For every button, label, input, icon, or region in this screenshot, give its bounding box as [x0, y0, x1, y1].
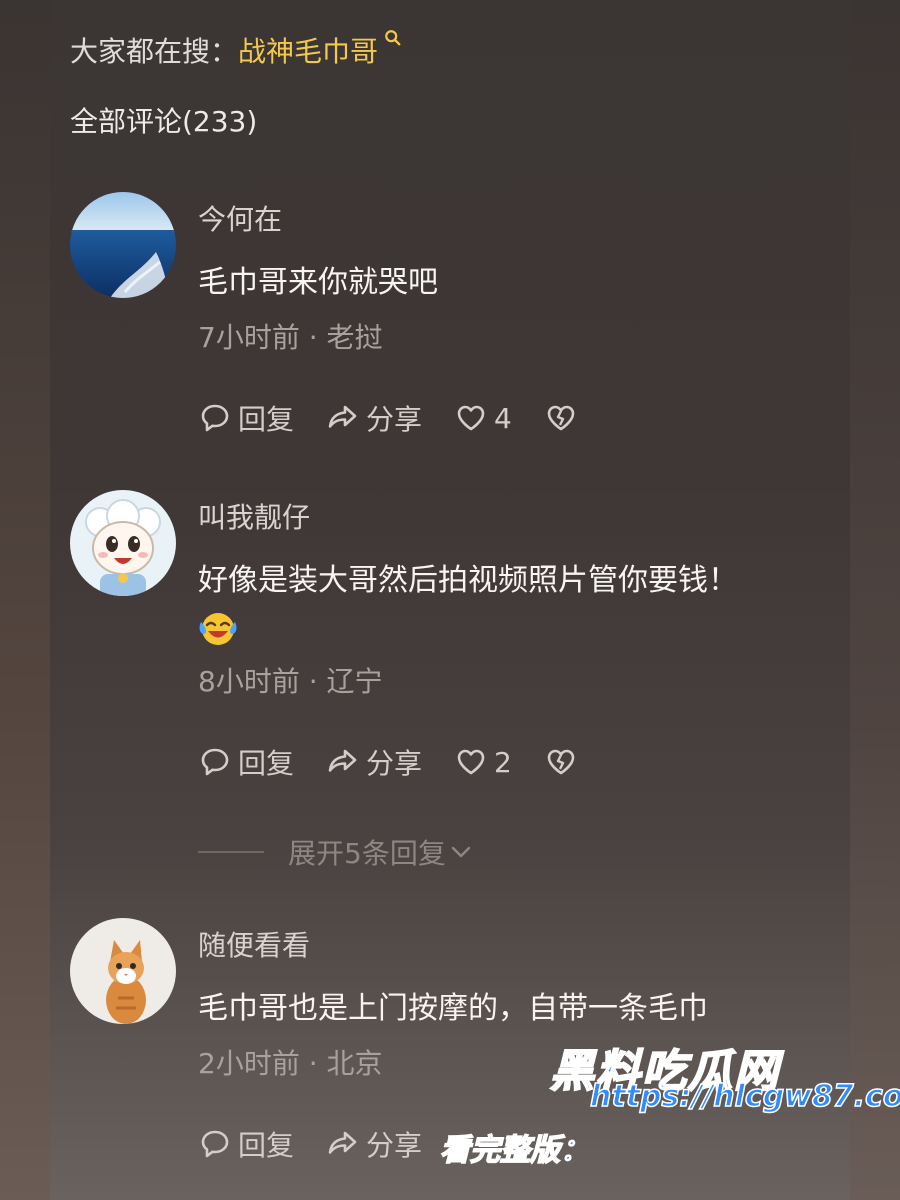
comment-actions: 回复 分享 4: [198, 398, 840, 438]
reply-bubble-icon: [201, 1130, 229, 1158]
reply-label: 回复: [238, 747, 295, 780]
reply-bubble-icon: [201, 404, 229, 432]
right-background-edge: [850, 0, 900, 1200]
comment-username[interactable]: 今何在: [198, 200, 840, 240]
comment-meta: 7小时前 · 老挝: [198, 321, 383, 354]
reply-button[interactable]: 回复: [198, 1124, 294, 1164]
watermark-label: 看完整版：: [439, 1132, 591, 1169]
reply-button[interactable]: 回复: [198, 398, 294, 438]
share-arrow-icon: [328, 1131, 357, 1154]
like-button[interactable]: 4: [454, 401, 512, 435]
share-label: 分享: [366, 403, 423, 436]
comment-text: 毛巾哥来你就哭吧: [198, 265, 438, 300]
like-count: 2: [494, 745, 512, 779]
share-button[interactable]: 分享: [326, 1124, 422, 1164]
dislike-button[interactable]: [544, 745, 584, 779]
comments-panel: 大家都在搜： 战神毛巾哥 全部评论(233) 今何在 毛巾哥来你就哭吧 7小时前…: [50, 0, 850, 1200]
comments-count-title: 全部评论(233): [70, 105, 258, 138]
comment-username[interactable]: 叫我靓仔: [198, 498, 840, 538]
ocean-avatar-image: [70, 192, 176, 298]
dislike-button[interactable]: [544, 401, 584, 435]
share-button[interactable]: 分享: [326, 398, 422, 438]
share-label: 分享: [366, 1129, 423, 1162]
reply-button[interactable]: 回复: [198, 742, 294, 782]
comment-actions: 回复 分享 2: [198, 742, 840, 782]
share-button[interactable]: 分享: [326, 742, 422, 782]
expand-replies-label: 展开5条回复: [288, 837, 446, 870]
reply-label: 回复: [238, 1129, 295, 1162]
heart-icon: [457, 749, 485, 775]
comment-text-content: 好像是装大哥然后拍视频照片管你要钱！: [198, 563, 738, 598]
comment-text: 毛巾哥也是上门按摩的，自带一条毛巾: [198, 991, 708, 1026]
watermark-url: https://hlcgw87.com: [589, 1078, 900, 1115]
broken-heart-icon: [547, 749, 575, 775]
sheep-avatar-image: [70, 490, 176, 596]
comment-meta: 8小时前 · 辽宁: [198, 665, 383, 698]
trending-search-prefix: 大家都在搜：: [70, 35, 239, 68]
expand-replies-button[interactable]: 展开5条回复: [198, 832, 840, 872]
like-button[interactable]: 2: [454, 745, 512, 779]
avatar[interactable]: [70, 192, 176, 298]
chevron-down-icon: [451, 846, 471, 858]
share-arrow-icon: [328, 749, 357, 772]
heart-icon: [457, 405, 485, 431]
laughing-crying-emoji-icon: [199, 612, 237, 645]
watermark-overlay: 黑料吃瓜网 https://hlcgw87.com 看完整版：: [439, 1035, 900, 1185]
avatar[interactable]: [70, 918, 176, 1024]
trending-search[interactable]: 大家都在搜： 战神毛巾哥: [70, 30, 402, 70]
like-count: 4: [494, 401, 512, 435]
broken-heart-icon: [547, 405, 575, 431]
expand-divider-line: [198, 851, 264, 853]
search-icon: [385, 30, 401, 46]
share-label: 分享: [366, 747, 423, 780]
comment-text: 好像是装大哥然后拍视频照片管你要钱！: [198, 558, 840, 650]
avatar[interactable]: [70, 490, 176, 596]
trending-search-keyword[interactable]: 战神毛巾哥: [238, 30, 378, 70]
left-background-edge: [0, 0, 50, 1200]
comment-username[interactable]: 随便看看: [198, 926, 840, 966]
share-arrow-icon: [328, 405, 357, 428]
reply-bubble-icon: [201, 748, 229, 776]
cat-avatar-image: [70, 918, 176, 1024]
reply-label: 回复: [238, 403, 295, 436]
